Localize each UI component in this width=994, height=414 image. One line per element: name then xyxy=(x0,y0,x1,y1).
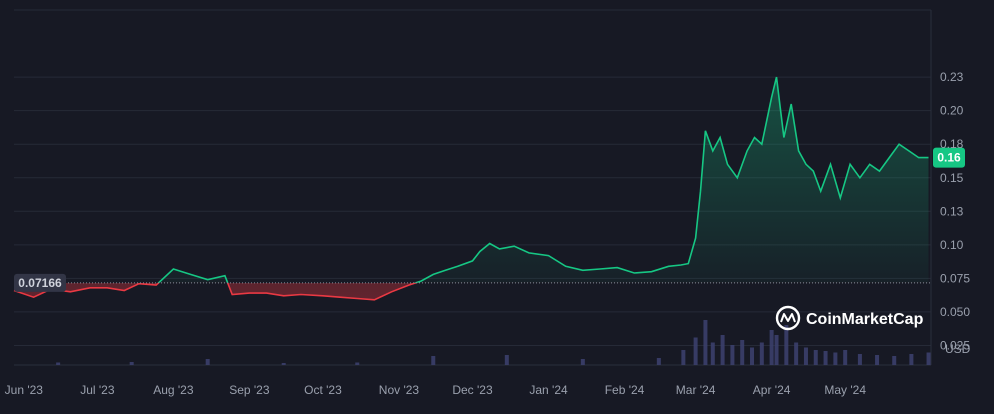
volume-bar xyxy=(580,359,585,365)
volume-bar xyxy=(205,359,210,365)
coinmarketcap-logo: CoinMarketCap xyxy=(775,305,924,331)
chart-canvas[interactable]: 0.071660.16 0.0250.0500.0750.100.130.150… xyxy=(0,0,994,414)
y-tick-label: 0.20 xyxy=(940,104,964,118)
brand-text: CoinMarketCap xyxy=(806,311,924,328)
volume-bar xyxy=(759,342,764,365)
x-tick-label: Aug '23 xyxy=(153,383,194,397)
volume-bar xyxy=(843,350,848,365)
volume-bar xyxy=(681,350,686,365)
volume-bar xyxy=(794,342,799,365)
volume-bar xyxy=(750,347,755,365)
volume-bars xyxy=(56,320,931,365)
x-tick-label: Jul '23 xyxy=(80,383,115,397)
y-tick-label: 0.050 xyxy=(940,305,970,319)
baseline-label: 0.07166 xyxy=(18,276,62,290)
volume-bar xyxy=(355,362,360,365)
volume-bar xyxy=(693,337,698,365)
volume-bar xyxy=(769,330,774,365)
volume-bar xyxy=(813,350,818,365)
x-tick-label: Mar '24 xyxy=(676,383,716,397)
volume-bar xyxy=(129,362,134,365)
volume-bar xyxy=(730,345,735,365)
volume-bar xyxy=(703,320,708,365)
y-axis: 0.0250.0500.0750.100.130.150.180.200.23 xyxy=(940,70,970,352)
volume-bar xyxy=(803,347,808,365)
volume-bar xyxy=(656,358,661,365)
x-tick-label: Jun '23 xyxy=(5,383,44,397)
volume-bar xyxy=(823,351,828,365)
x-tick-label: Jan '24 xyxy=(529,383,568,397)
y-tick-label: 0.10 xyxy=(940,238,964,252)
x-axis: Jun '23 Jul '23 Aug '23 Sep '23 Oct '23 Nov '… xyxy=(5,383,867,397)
currency-label: USD xyxy=(945,342,971,356)
volume-bar xyxy=(56,362,61,365)
y-tick-label: 0.18 xyxy=(940,137,964,151)
x-tick-label: May '24 xyxy=(824,383,866,397)
volume-bar xyxy=(833,352,838,365)
volume-bar xyxy=(875,355,880,365)
volume-bar xyxy=(504,355,509,365)
volume-bar xyxy=(892,356,897,365)
x-tick-label: Nov '23 xyxy=(379,383,420,397)
x-tick-label: Oct '23 xyxy=(304,383,342,397)
volume-bar xyxy=(774,335,779,365)
current-price-label: 0.16 xyxy=(937,151,961,165)
volume-bar xyxy=(281,363,286,365)
volume-bar xyxy=(784,325,789,365)
x-tick-label: Feb '24 xyxy=(605,383,645,397)
volume-bar xyxy=(909,354,914,365)
x-tick-label: Apr '24 xyxy=(753,383,791,397)
y-tick-label: 0.13 xyxy=(940,204,964,218)
volume-bar xyxy=(431,356,436,365)
volume-bar xyxy=(857,354,862,365)
volume-bar xyxy=(720,335,725,365)
y-tick-label: 0.075 xyxy=(940,271,970,285)
volume-bar xyxy=(926,352,931,365)
volume-bar xyxy=(740,340,745,365)
y-tick-label: 0.23 xyxy=(940,70,964,84)
x-tick-label: Dec '23 xyxy=(452,383,493,397)
x-tick-label: Sep '23 xyxy=(229,383,270,397)
volume-bar xyxy=(710,342,715,365)
price-chart[interactable]: 0.07166 0.16 0.025 0.050 0.075 0.10 0.13 0.15 0… xyxy=(0,0,994,414)
y-tick-label: 0.15 xyxy=(940,171,964,185)
